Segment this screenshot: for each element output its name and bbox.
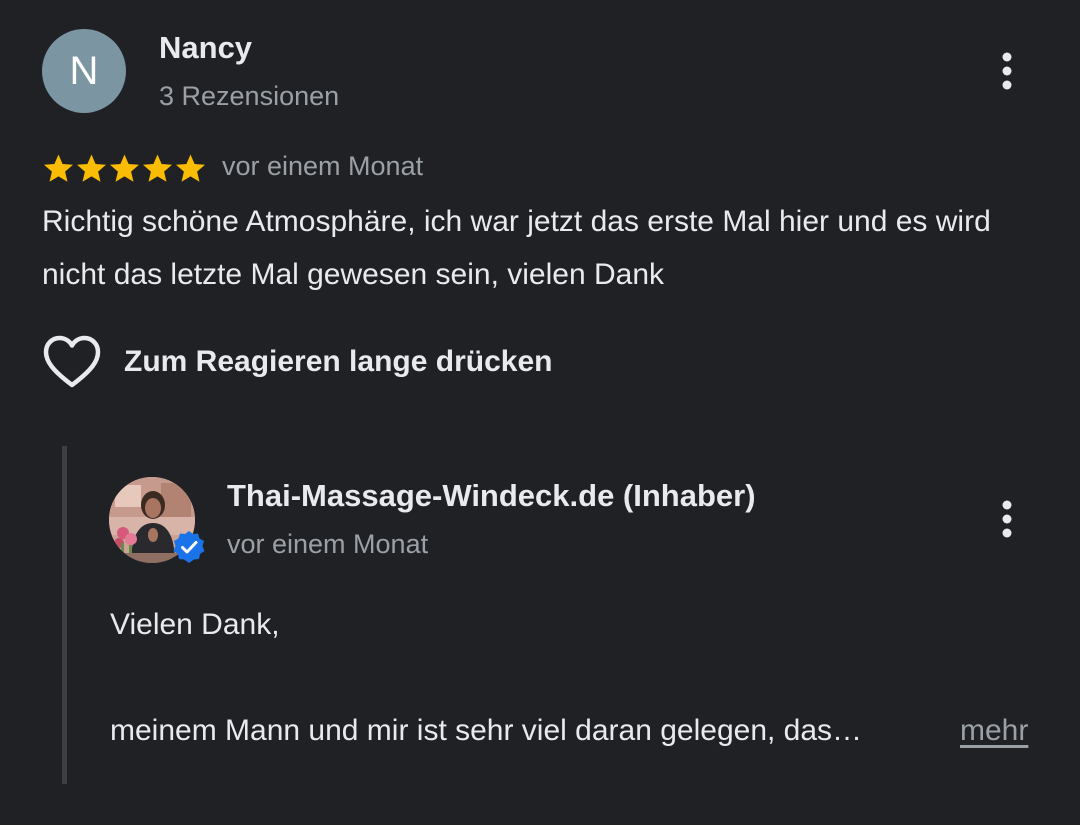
react-label: Zum Reagieren lange drücken	[124, 345, 553, 378]
star-icon	[176, 154, 205, 182]
verified-check-icon	[173, 531, 205, 563]
more-vert-icon	[1002, 52, 1012, 90]
review-more-options-button[interactable]	[992, 49, 1022, 93]
reply-more-options-button[interactable]	[992, 497, 1022, 541]
reviewer-review-count: 3 Rezensionen	[159, 81, 340, 111]
review-date: vor einem Monat	[222, 151, 424, 181]
react-button[interactable]: Zum Reagieren lange drücken	[42, 333, 552, 391]
reply-indent-bar	[62, 446, 67, 784]
star-icon	[143, 154, 172, 182]
star-icon	[44, 154, 73, 182]
reviewer-avatar[interactable]: N	[42, 29, 126, 113]
reviewer-name[interactable]: Nancy	[159, 30, 252, 66]
star-icon	[110, 154, 139, 182]
reply-text: meinem Mann und mir ist sehr viel daran …	[110, 714, 863, 747]
more-vert-icon	[1002, 500, 1012, 538]
heart-outline-icon	[43, 335, 101, 388]
star-rating	[42, 153, 207, 185]
reviewer-initial: N	[69, 48, 99, 93]
more-link[interactable]: mehr	[960, 714, 1028, 748]
review-text: Richtig schöne Atmosphäre, ich war jetzt…	[42, 205, 991, 291]
reply-greeting: Vielen Dank,	[110, 608, 280, 641]
owner-name[interactable]: Thai-Massage-Windeck.de (Inhaber)	[227, 478, 756, 514]
reply-date: vor einem Monat	[227, 529, 429, 559]
star-icon	[77, 154, 106, 182]
